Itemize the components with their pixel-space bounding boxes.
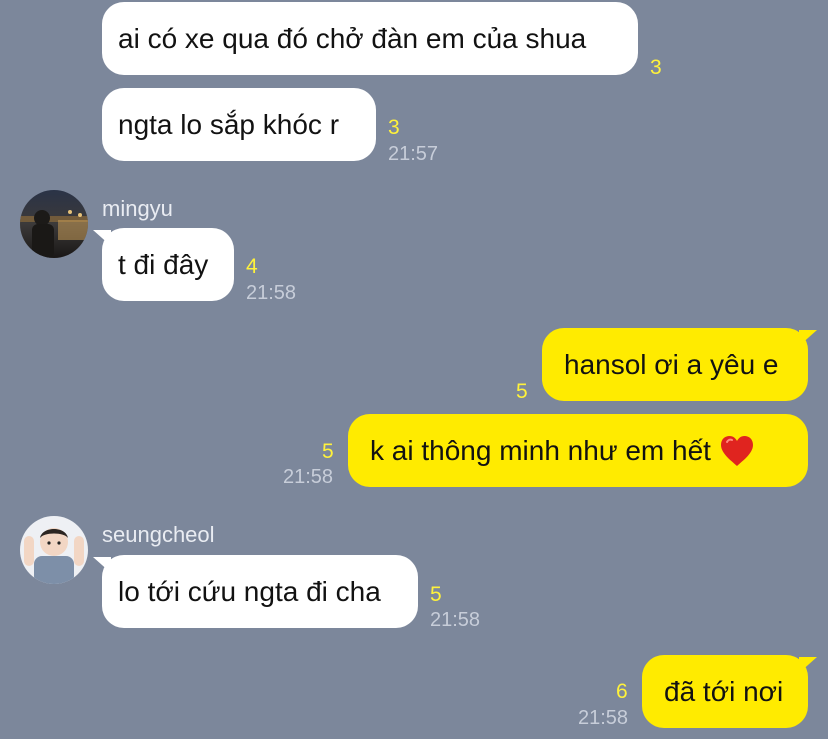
bubble-tail [799, 657, 817, 673]
unread-count: 5 [516, 380, 528, 403]
message-bubble[interactable]: k ai thông minh như em hết [348, 414, 808, 487]
message-time: 21:58 [246, 282, 297, 304]
bubble-tail [799, 330, 817, 346]
message-text: lo tới cứu ngta đi cha [118, 575, 381, 607]
bubble-tail [93, 557, 111, 573]
message-time: 21:58 [578, 707, 629, 729]
unread-count: 6 [616, 680, 628, 703]
message-bubble[interactable]: đã tới nơi [642, 655, 817, 728]
unread-count: 4 [246, 255, 258, 278]
message-text: t đi đây [118, 248, 209, 280]
message-time: 21:58 [430, 609, 481, 631]
unread-count: 3 [650, 56, 662, 79]
chat-screen: { "messages": [ {"text":"ai có xe qua đó… [0, 0, 828, 739]
unread-count: 5 [430, 583, 442, 606]
unread-count: 5 [322, 440, 334, 463]
message-text: hansol ơi a yêu e [564, 348, 779, 380]
unread-count: 3 [388, 116, 400, 139]
message-bubble[interactable]: lo tới cứu ngta đi cha [93, 555, 418, 628]
message-bubble[interactable]: t đi đây [93, 228, 234, 301]
message-time: 21:57 [388, 143, 439, 165]
sender-name: seungcheol [102, 522, 215, 547]
message-text: đã tới nơi [664, 675, 784, 707]
avatar-image [20, 516, 88, 584]
avatar-mingyu[interactable] [20, 190, 88, 258]
message-text: ngta lo sắp khóc r [118, 108, 340, 140]
red-heart-icon [720, 435, 753, 466]
message-bubble[interactable]: ai có xe qua đó chở đàn em của shua [102, 2, 638, 75]
avatar-seungcheol[interactable] [20, 516, 88, 584]
message-text: ai có xe qua đó chở đàn em của shua [118, 22, 587, 54]
sender-name: mingyu [102, 196, 173, 221]
message-bubble[interactable]: ngta lo sắp khóc r [102, 88, 376, 161]
message-time: 21:58 [283, 466, 334, 488]
message-bubble[interactable]: hansol ơi a yêu e [542, 328, 817, 401]
bubble-tail [93, 230, 111, 246]
message-text: k ai thông minh như em hết [370, 434, 711, 466]
avatar-image [20, 190, 88, 258]
